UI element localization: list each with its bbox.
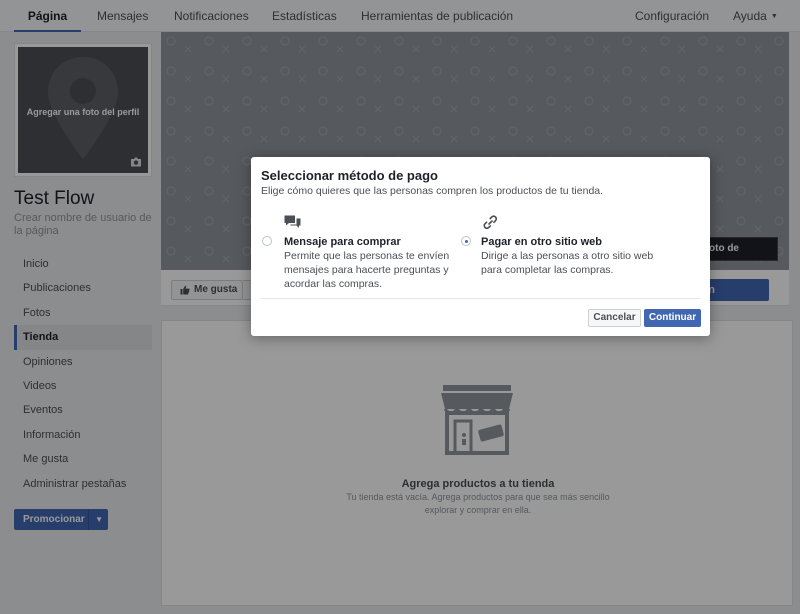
- message-bubbles-icon: [284, 215, 301, 228]
- option-message-title: Mensaje para comprar: [284, 236, 401, 248]
- dialog-subtitle: Elige cómo quieres que las personas comp…: [261, 185, 604, 197]
- radio-pay-other-website[interactable]: [461, 236, 471, 246]
- link-icon: [483, 215, 498, 230]
- option-other-site-description: Dirige a las personas a otro sitio web p…: [481, 250, 654, 276]
- option-other-site-title: Pagar en otro sitio web: [481, 236, 603, 248]
- dialog-divider: [261, 298, 700, 299]
- radio-message-to-buy[interactable]: [262, 236, 272, 246]
- continue-button[interactable]: Continuar: [644, 309, 701, 327]
- payment-method-dialog: Seleccionar método de pago Elige cómo qu…: [251, 157, 710, 336]
- cancel-button[interactable]: Cancelar: [588, 309, 641, 327]
- option-message-description: Permite que las personas te envíen mensa…: [284, 250, 450, 290]
- dialog-title: Seleccionar método de pago: [261, 168, 438, 183]
